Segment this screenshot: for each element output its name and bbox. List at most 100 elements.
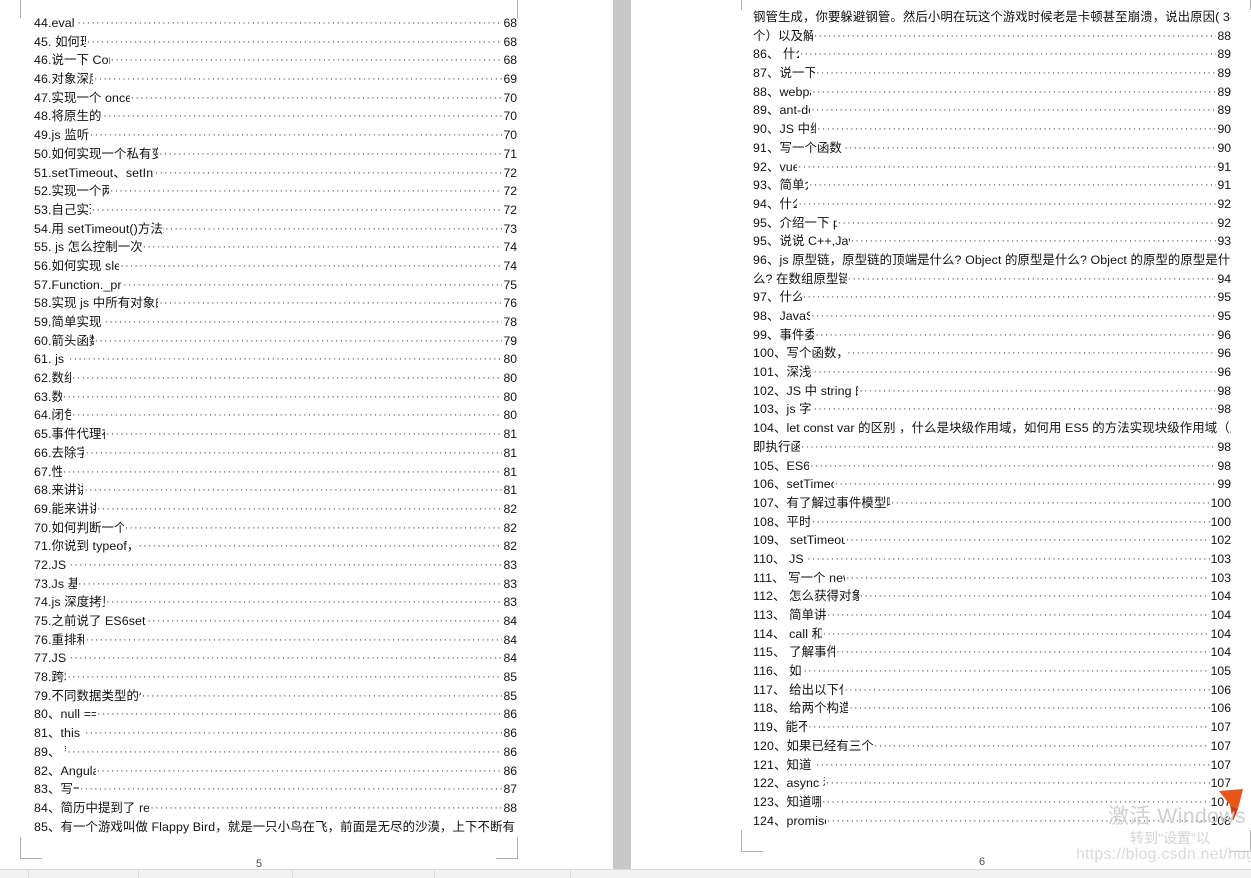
toc-entry[interactable]: 107、有了解过事件模型吗，DOM0 级和 DOM2 级有什么区别，DOM 的分…: [753, 494, 1231, 513]
toc-entry[interactable]: 50.如何实现一个私有变量，用 getName 方法可以访问，不能直接访问···…: [34, 145, 517, 164]
toc-entry[interactable]: 89、 暂停死区································…: [34, 743, 517, 762]
toc-entry[interactable]: 51.setTimeout、setInterval 和 requestAnima…: [34, 164, 517, 183]
toc-entry[interactable]: 104、let const var 的区别 ，什么是块级作用域，如何用 ES5 …: [753, 419, 1231, 438]
toc-entry[interactable]: 93、简单介绍一下 symbol························…: [753, 176, 1231, 195]
toc-entry[interactable]: 97、什么是 JavaScript·······················…: [753, 288, 1231, 307]
toc-entry[interactable]: 92、vue 的生命周期····························…: [753, 158, 1231, 177]
toc-entry[interactable]: 61. js 判断类型·····························…: [34, 350, 517, 369]
toc-entry[interactable]: 120、如果已经有三个 promise，A、B 和 C，想串行执行，该怎么写?·…: [753, 737, 1231, 756]
toc-entry[interactable]: 52.实现一个两列等高布局，讲讲思路······················…: [34, 182, 517, 201]
toc-entry[interactable]: 钢管生成，你要躲避钢管。然后小明在玩这个游戏时候老是卡顿甚至崩溃，说出原因( 3…: [753, 8, 1231, 27]
toc-entry[interactable]: 85、有一个游戏叫做 Flappy Bird，就是一只小鸟在飞，前面是无尽的沙漠…: [34, 818, 517, 837]
toc-entry[interactable]: 96、js 原型链，原型链的顶端是什么? Object 的原型是什么? Obje…: [753, 251, 1231, 270]
text-boundary-corner-bottom-left: [20, 837, 42, 859]
toc-entry[interactable]: 70.如何判断一个数组(讲到 typeof 差点掉坑里)············…: [34, 519, 517, 538]
toc-entry[interactable]: 63.数组去重·································…: [34, 388, 517, 407]
toc-entry[interactable]: 112、 怎么获得对象上的属性：比如说通过 Object.key（）······…: [753, 587, 1231, 606]
toc-entry[interactable]: 62.数组常用方法·······························…: [34, 369, 517, 388]
toc-entry[interactable]: 83、写一个深度拷贝······························…: [34, 780, 517, 799]
toc-entry[interactable]: 即执行函数），ES6 呢····························…: [753, 438, 1231, 457]
toc-entry[interactable]: 121、知道 private 和 public 吗···············…: [753, 756, 1231, 775]
toc-leader-dots: ········································…: [811, 104, 1217, 117]
toc-entry[interactable]: 111、 写一个 newBind 函数，完成 bind 的功能。········…: [753, 569, 1231, 588]
toc-entry[interactable]: 46.说一下 Commonjs、AMD 和 CMD···············…: [34, 51, 517, 70]
toc-entry[interactable]: 98、JavaScript 组成部分：·····················…: [753, 307, 1231, 326]
toc-entry[interactable]: 99、事件委托以及冒泡原理。··························…: [753, 326, 1231, 345]
toc-entry[interactable]: 110、 JS 的垃圾回收机制·························…: [753, 550, 1231, 569]
toc-entry[interactable]: 68.来讲讲 JS 的闭包吧··························…: [34, 481, 517, 500]
toc-entry[interactable]: 79.不同数据类型的值的比较，是怎么转换的，有什么规则·············…: [34, 687, 517, 706]
toc-entry[interactable]: 67.性能优化·································…: [34, 463, 517, 482]
toc-entry[interactable]: 59.简单实现 Node 的 Events 模块················…: [34, 313, 517, 332]
toc-entry[interactable]: 114、 call 和 apply 是用来做什么?···············…: [753, 625, 1231, 644]
toc-entry-page-number: 91: [1217, 178, 1231, 193]
toc-entry[interactable]: 113、 简单讲一讲 ES6 的一些新特性···················…: [753, 606, 1231, 625]
toc-entry[interactable]: 57.Function._proto_(getPrototypeOf)是什么?·…: [34, 276, 517, 295]
toc-entry[interactable]: 78.跨域的原理································…: [34, 668, 517, 687]
toc-entry[interactable]: 80、null == undefined 为什么················…: [34, 705, 517, 724]
toc-leader-dots: ········································…: [800, 440, 1217, 453]
toc-entry[interactable]: 75.之前说了 ES6set 可以数组去重，是否还有数组去重的方法·······…: [34, 612, 517, 631]
toc-entry[interactable]: 64.闭包有什么用·······························…: [34, 406, 517, 425]
toc-entry[interactable]: 个）以及解决办法（3-5 个）·························…: [753, 27, 1231, 46]
toc-entry[interactable]: 106、setTimeout 和 Promise 的执行顺序··········…: [753, 475, 1231, 494]
toc-entry[interactable]: 77.JS 的全排列······························…: [34, 649, 517, 668]
toc-entry[interactable]: 45. 如何理解前端模块化···························…: [34, 33, 517, 52]
toc-entry[interactable]: 55. js 怎么控制一次加载一张图片，加载完后再加载下一张··········…: [34, 238, 517, 257]
toc-entry[interactable]: 66.去除字符串首尾空格····························…: [34, 444, 517, 463]
toc-entry[interactable]: 84、简历中提到了 requestAnimationFrame，请问是怎么使用的…: [34, 799, 517, 818]
toc-entry[interactable]: 119、能不能正常打印索引···························…: [753, 718, 1231, 737]
toc-entry[interactable]: 108、平时是怎么调试 JS 的························…: [753, 513, 1231, 532]
toc-entry[interactable]: 122、async 和 await 具体该怎么用?···············…: [753, 774, 1231, 793]
toc-entry[interactable]: 123、知道哪些 ES6，ES7 的语法····················…: [753, 793, 1231, 812]
toc-entry[interactable]: 95、介绍一下 promise，及其底层如何实现················…: [753, 214, 1231, 233]
toc-entry[interactable]: 91、写一个函数，第一秒打印 1，第二秒打印 2················…: [753, 139, 1231, 158]
toc-entry[interactable]: 76.重排和重绘，讲讲看····························…: [34, 631, 517, 650]
toc-entry[interactable]: 88、webpack 用来干什么的·······················…: [753, 83, 1231, 102]
toc-entry[interactable]: 54.用 setTimeout()方法来模拟 setInterval()与 se…: [34, 220, 517, 239]
toc-entry[interactable]: 56.如何实现 sleep 的效果（es5 或者 es6）···········…: [34, 257, 517, 276]
toc-entry[interactable]: 102、JS 中 string 的 startwith 和 indexof 两种…: [753, 382, 1231, 401]
toc-entry[interactable]: 49.js 监听对象属性的改变·························…: [34, 126, 517, 145]
toc-entry[interactable]: 81、this 的指向 哪几种·························…: [34, 724, 517, 743]
toc-entry[interactable]: 115、 了解事件代理吗，这样做有什么好处···················…: [753, 643, 1231, 662]
toc-entry[interactable]: 90、JS 中继承实现的几种方式························…: [753, 120, 1231, 139]
toc-leader-dots: ········································…: [817, 123, 1217, 136]
toc-entry-page-number: 83: [503, 557, 517, 572]
toc-entry[interactable]: 100、写个函数，可以转化下划线命名到驼峰命名·················…: [753, 344, 1231, 363]
toc-entry[interactable]: 101、深浅拷贝的区别和实现··························…: [753, 363, 1231, 382]
toc-entry-page-number: 81: [503, 427, 517, 442]
toc-entry[interactable]: 82、AngularJS 双向绑定原理·····················…: [34, 762, 517, 781]
toc-leader-dots: ········································…: [96, 708, 503, 721]
toc-entry[interactable]: 103、js 字符串转数字的方法························…: [753, 400, 1231, 419]
toc-entry[interactable]: 73.Js 基本数据类型····························…: [34, 575, 517, 594]
toc-entry[interactable]: 86、 什么是按需加载·····························…: [753, 45, 1231, 64]
toc-entry[interactable]: 116、 如何写一个继承?···························…: [753, 662, 1231, 681]
toc-entry[interactable]: 105、ES6 箭头函数的特性·························…: [753, 457, 1231, 476]
toc-entry[interactable]: 53.自己实现一个 bind 函数·······················…: [34, 201, 517, 220]
toc-entry-page-number: 104: [1210, 608, 1231, 622]
toc-entry-page-number: 74: [503, 258, 517, 273]
toc-entry[interactable]: 44.eval 是做什么的···························…: [34, 14, 517, 33]
toc-entry[interactable]: 95、说说 C++,Java，JavaScript 这三种语言的区别······…: [753, 232, 1231, 251]
toc-entry[interactable]: 46.对象深度克隆的简单实现··························…: [34, 70, 517, 89]
toc-entry[interactable]: 65.事件代理在捕获阶段的实际应用·······················…: [34, 425, 517, 444]
toc-entry[interactable]: 94、什么是事件监听······························…: [753, 195, 1231, 214]
toc-entry[interactable]: 72.JS 实现跨域······························…: [34, 556, 517, 575]
toc-entry[interactable]: 89、ant-design 优点和缺点·····················…: [753, 101, 1231, 120]
toc-entry[interactable]: 74.js 深度拷贝一个元素的具体实现·····················…: [34, 593, 517, 612]
toc-entry[interactable]: 87、说一下什么是 virtual dom···················…: [753, 64, 1231, 83]
toc-entry[interactable]: 么? 在数组原型链上实现删除数组重复数据的方法·················…: [753, 270, 1231, 289]
toc-entry[interactable]: 48.将原生的 ajax 封装成 promise················…: [34, 107, 517, 126]
toc-entry-page-number: 89: [1217, 66, 1231, 81]
toc-entry[interactable]: 118、 给两个构造函数 A 和 B，如何实现 A 继承 B?·········…: [753, 699, 1231, 718]
toc-entry[interactable]: 58.实现 js 中所有对象的深度克隆（包装对象，Date 对象，正则对象）··…: [34, 294, 517, 313]
toc-entry[interactable]: 71.你说到 typeof，能不能加一个限制条件达到判断条件··········…: [34, 537, 517, 556]
toc-entry[interactable]: 109、 setTimeout(fn,100);100 毫秒是如何权衡的····…: [753, 531, 1231, 550]
toc-entry[interactable]: 60.箭头函数中 this 指向举例······················…: [34, 332, 517, 351]
toc-entry[interactable]: 47.实现一个 once 函数，传入函数参数只执行一次·············…: [34, 89, 517, 108]
toc-entry[interactable]: 124、promise 和 await/async 的关系···········…: [753, 812, 1231, 831]
toc-leader-dots: ········································…: [138, 540, 502, 553]
toc-entry[interactable]: 117、 给出以下代码，输出的结果是什么? 原因?···············…: [753, 681, 1231, 700]
toc-entry[interactable]: 69.能来讲讲 JS 的语言特性吗·······················…: [34, 500, 517, 519]
